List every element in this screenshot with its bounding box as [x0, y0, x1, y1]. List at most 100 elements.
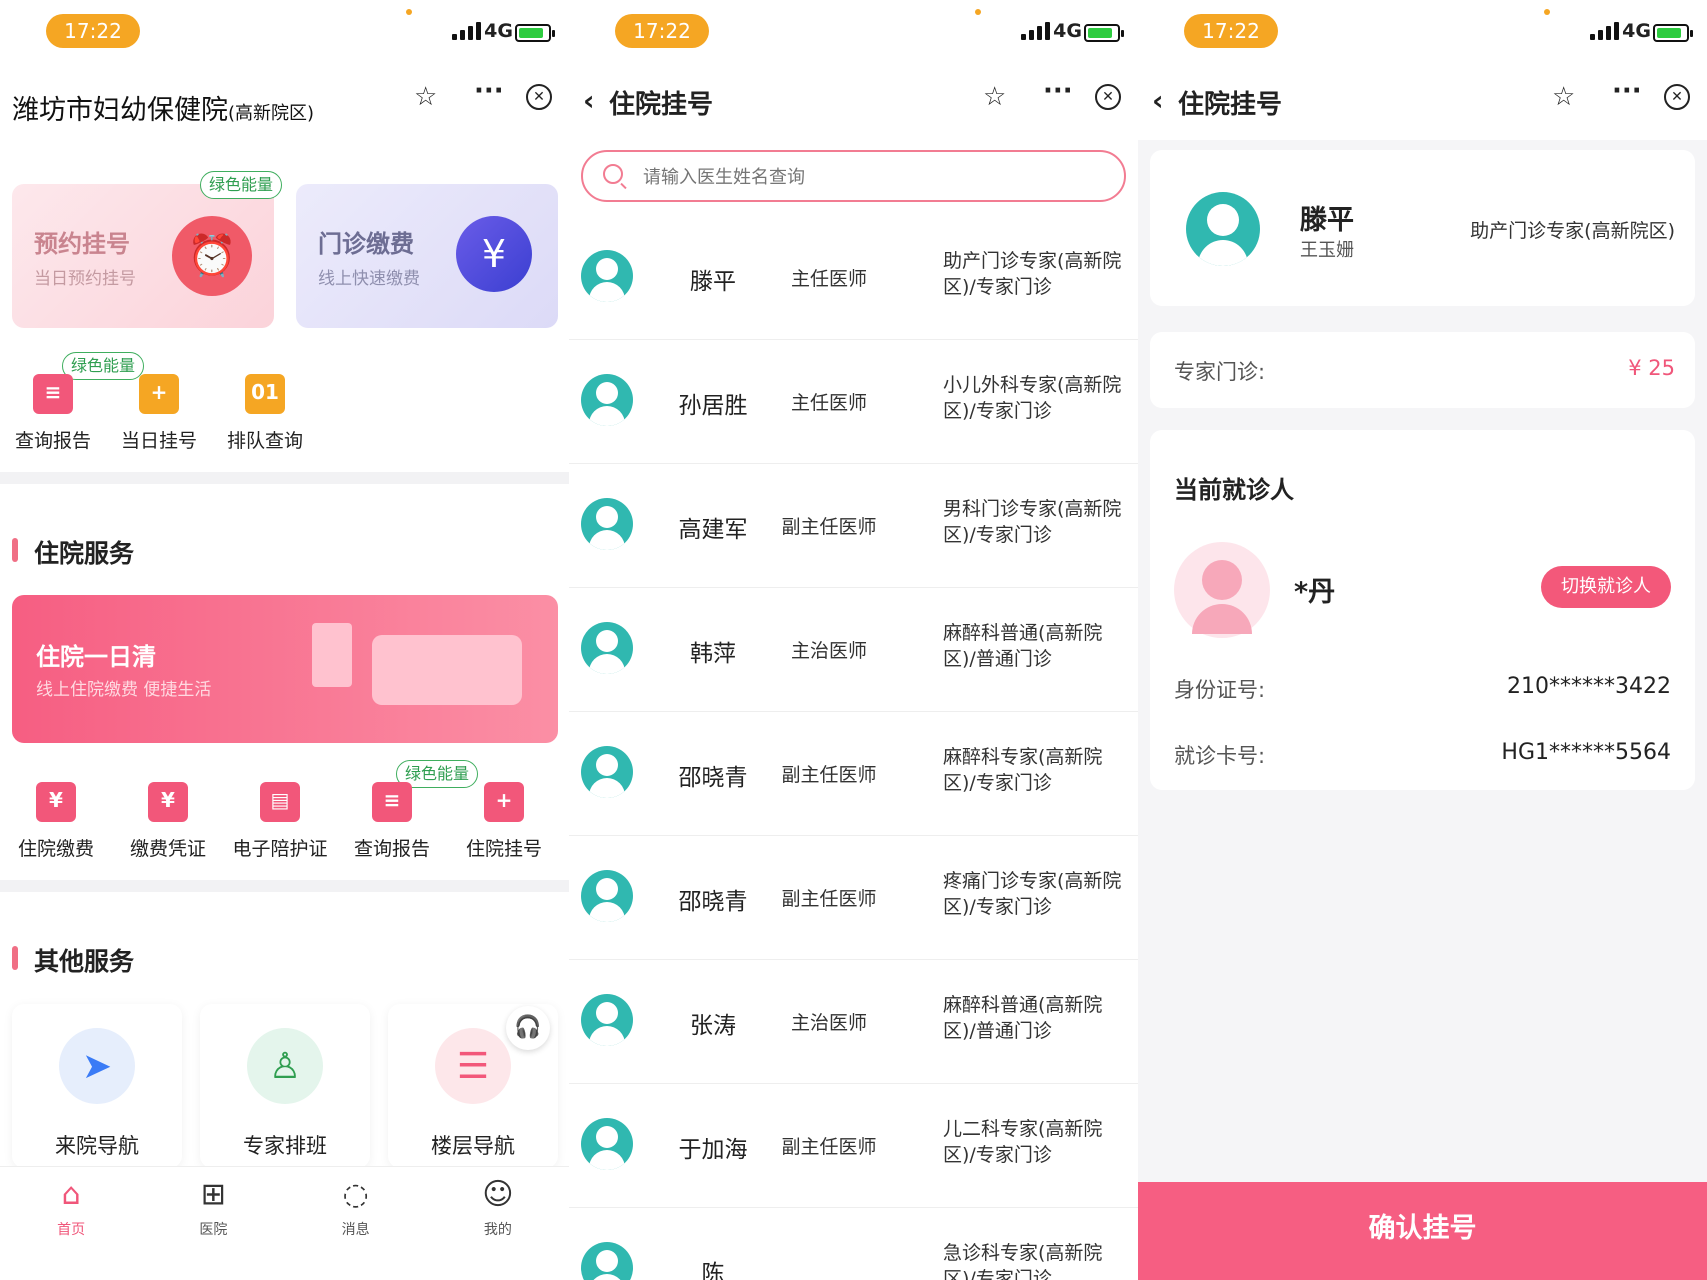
hospital-bed-illustration: [372, 635, 522, 705]
search-input[interactable]: [643, 162, 1093, 192]
more-icon[interactable]: ···: [474, 76, 504, 106]
card-label: 就诊卡号:: [1174, 744, 1266, 768]
fee-label: 专家门诊:: [1174, 360, 1266, 384]
page-title: 潍坊市妇幼保健院(高新院区): [12, 95, 315, 126]
doctor-title: 副主任医师: [781, 764, 877, 786]
doctor-dept: 助产门诊专家(高新院区)/专家门诊: [943, 250, 1122, 298]
doctor-title: 主治医师: [790, 640, 867, 662]
doctor-dept: 男科门诊专家(高新院区)/专家门诊: [943, 498, 1122, 546]
id-value: 210******3422: [1507, 674, 1671, 699]
close-icon[interactable]: ✕: [526, 84, 552, 110]
doctor-avatar: [581, 622, 633, 674]
doctor-row[interactable]: 邵晓青 副主任医师 疼痛门诊专家(高新院区)/专家门诊: [569, 836, 1138, 960]
doctor-title: 主任医师: [790, 392, 867, 414]
action-item[interactable]: + 当日挂号: [106, 374, 212, 453]
action-item[interactable]: ≡ 查询报告: [0, 374, 106, 453]
doctor-title: 副主任医师: [781, 888, 877, 910]
indicator-dot: [1544, 9, 1550, 15]
action-item[interactable]: ≡ 查询报告: [336, 782, 448, 861]
alarm-clock-icon: ⏰: [172, 216, 252, 296]
patient-card: 当前就诊人 *丹 切换就诊人 身份证号: 210******3422 就诊卡号:…: [1150, 430, 1695, 790]
star-icon[interactable]: ☆: [1552, 82, 1575, 112]
more-icon[interactable]: ···: [1043, 76, 1073, 106]
action-item[interactable]: ¥ 住院缴费: [0, 782, 112, 861]
action-item[interactable]: 01 排队查询: [212, 374, 318, 453]
inpatient-banner[interactable]: 住院一日清 线上住院缴费 便捷生活: [12, 595, 558, 743]
service-icon: ☰: [435, 1028, 511, 1104]
tab-icon: ☺: [482, 1177, 514, 1212]
service-label: 楼层导航: [431, 1134, 515, 1158]
doctor-row[interactable]: 韩萍 主治医师 麻醉科普通(高新院区)/普通门诊: [569, 588, 1138, 712]
action-item[interactable]: ¥ 缴费凭证: [112, 782, 224, 861]
action-item[interactable]: ▤ 电子陪护证: [224, 782, 336, 861]
battery-icon: [1653, 24, 1693, 42]
service-card[interactable]: ➤ 来院导航: [12, 1004, 182, 1168]
action-icon: ¥: [148, 782, 188, 822]
tab-item[interactable]: ◌ 消息: [285, 1167, 427, 1280]
back-icon[interactable]: ‹: [583, 84, 595, 117]
customer-service-icon[interactable]: 🎧: [506, 1006, 550, 1050]
doctor-title: 主治医师: [790, 1012, 867, 1034]
doctor-row[interactable]: 高建军 副主任医师 男科门诊专家(高新院区)/专家门诊: [569, 464, 1138, 588]
doctor-name: 孙居胜: [678, 393, 748, 419]
fee-value: ¥ 25: [1628, 356, 1675, 380]
doctor-row[interactable]: 滕平 主任医师 助产门诊专家(高新院区)/专家门诊: [569, 216, 1138, 340]
doctor-list-panel: 17:22 4G ‹ 住院挂号 ☆ ··· ✕ 滕平主任医师助产门诊专家(高新院…: [569, 0, 1138, 1280]
doctor-name: 高建军: [678, 517, 748, 543]
section-title-other: 其他服务: [12, 942, 134, 978]
action-label: 排队查询: [226, 430, 303, 452]
more-icon[interactable]: ···: [1612, 76, 1642, 106]
back-icon[interactable]: ‹: [1152, 84, 1164, 117]
quick-actions: ≡ 查询报告 + 当日挂号 01 排队查询: [0, 374, 569, 453]
service-icon: ➤: [59, 1028, 135, 1104]
doctor-dept: 儿二科专家(高新院区)/专家门诊: [943, 1118, 1103, 1166]
fee-card: 专家门诊: ¥ 25: [1150, 332, 1695, 408]
switch-patient-button[interactable]: 切换就诊人: [1541, 566, 1671, 608]
doctor-name: 滕平: [1300, 205, 1354, 236]
action-icon: ▤: [260, 782, 300, 822]
action-label: 住院缴费: [17, 838, 94, 860]
doctor-row[interactable]: 于加海 副主任医师 儿二科专家(高新院区)/专家门诊: [569, 1084, 1138, 1208]
signal-icon: [1590, 22, 1619, 40]
close-icon[interactable]: ✕: [1664, 84, 1690, 110]
doctor-avatar: [581, 870, 633, 922]
nav-bar: ‹ 住院挂号 ☆ ··· ✕: [1138, 60, 1707, 140]
payment-card[interactable]: 门诊缴费 线上快速缴费 ¥: [296, 184, 558, 328]
doctor-row[interactable]: 张涛 主治医师 麻醉科普通(高新院区)/普通门诊: [569, 960, 1138, 1084]
tab-label: 医院: [199, 1222, 228, 1238]
card-subtitle: 线上快速缴费: [318, 269, 420, 289]
action-icon: ¥: [36, 782, 76, 822]
appointment-card[interactable]: 预约挂号 当日预约挂号 ⏰: [12, 184, 274, 328]
action-item[interactable]: + 住院挂号: [448, 782, 560, 861]
doctor-dept: 麻醉科普通(高新院区)/普通门诊: [943, 994, 1103, 1042]
doctor-title: 主任医师: [790, 268, 867, 290]
star-icon[interactable]: ☆: [983, 82, 1006, 112]
section-title-inpatient: 住院服务: [12, 534, 134, 570]
tab-bar: ⌂ 首页 ⊞ 医院 ◌ 消息 ☺ 我的: [0, 1166, 569, 1280]
star-icon[interactable]: ☆: [414, 82, 437, 112]
network-label: 4G: [484, 20, 513, 42]
service-card[interactable]: ♙ 专家排班: [200, 1004, 370, 1168]
current-patient-label: 当前就诊人: [1174, 476, 1294, 504]
search-box[interactable]: [581, 150, 1126, 202]
card-title: 门诊缴费: [318, 230, 414, 258]
signal-icon: [1021, 22, 1050, 40]
action-icon: ≡: [33, 374, 73, 414]
tab-item[interactable]: ⌂ 首页: [0, 1167, 142, 1280]
tab-item[interactable]: ⊞ 医院: [142, 1167, 284, 1280]
confirm-button[interactable]: 确认挂号: [1138, 1182, 1707, 1280]
doctor-row[interactable]: 孙居胜 主任医师 小儿外科专家(高新院区)/专家门诊: [569, 340, 1138, 464]
screenshot: 17:22 4G 潍坊市妇幼保健院(高新院区) ☆ ··· ✕ 预约挂号 当日预…: [0, 0, 1707, 1280]
card-value: HG1******5564: [1501, 740, 1671, 765]
tab-item[interactable]: ☺ 我的: [427, 1167, 569, 1280]
doctor-card: 滕平 王玉姗 助产门诊专家(高新院区): [1150, 150, 1695, 306]
patient-avatar: [1174, 542, 1270, 638]
doctor-row[interactable]: 邵晓青 副主任医师 麻醉科专家(高新院区)/专家门诊: [569, 712, 1138, 836]
close-icon[interactable]: ✕: [1095, 84, 1121, 110]
network-label: 4G: [1622, 20, 1651, 42]
bill-illustration: [312, 623, 352, 687]
id-label: 身份证号:: [1174, 678, 1266, 702]
tab-icon: ⌂: [61, 1177, 81, 1212]
doctor-row[interactable]: 陈 急诊科专家(高新院区)/专家门诊: [569, 1208, 1138, 1280]
battery-icon: [1084, 24, 1124, 42]
